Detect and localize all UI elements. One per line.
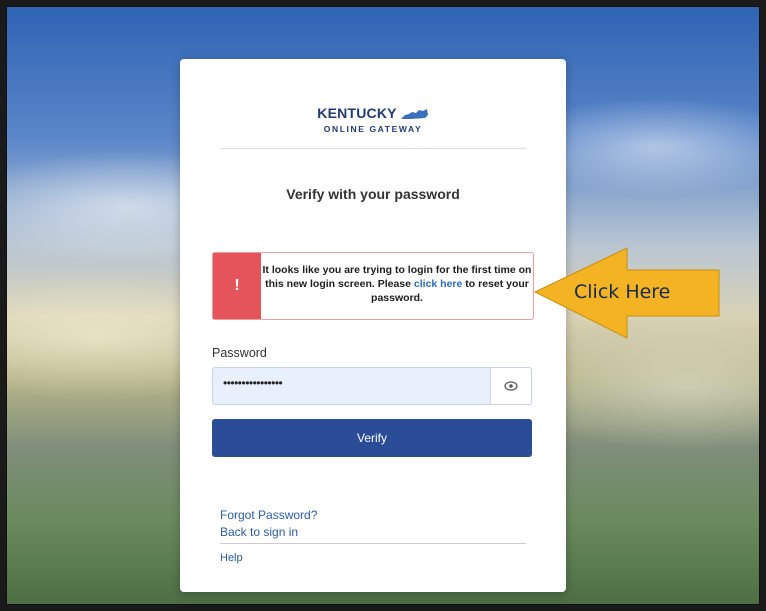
divider <box>220 148 526 149</box>
exclamation-icon: ! <box>213 253 261 319</box>
callout-label: Click Here <box>574 281 671 303</box>
password-label: Password <box>212 346 267 360</box>
password-value: •••••••••••••••• <box>223 376 283 390</box>
kentucky-state-icon <box>400 109 428 119</box>
back-to-sign-in-link[interactable]: Back to sign in <box>220 525 298 539</box>
password-field[interactable]: •••••••••••••••• <box>212 367 532 405</box>
divider <box>220 543 526 544</box>
page-title: Verify with your password <box>286 186 460 202</box>
show-password-button[interactable] <box>490 368 531 404</box>
error-alert: ! It looks like you are trying to login … <box>212 252 534 320</box>
verify-button[interactable]: Verify <box>212 419 532 457</box>
alert-message: It looks like you are trying to login fo… <box>261 253 533 319</box>
forgot-password-link[interactable]: Forgot Password? <box>220 508 317 522</box>
help-link[interactable]: Help <box>220 552 243 564</box>
logo: KENTUCKY ONLINE GATEWAY <box>180 105 566 134</box>
click-here-link[interactable]: click here <box>414 278 462 290</box>
logo-subtitle: ONLINE GATEWAY <box>323 124 423 134</box>
logo-word: KENTUCKY <box>317 105 397 121</box>
login-card: KENTUCKY ONLINE GATEWAY Verify with your… <box>180 59 566 592</box>
eye-icon <box>504 381 518 391</box>
